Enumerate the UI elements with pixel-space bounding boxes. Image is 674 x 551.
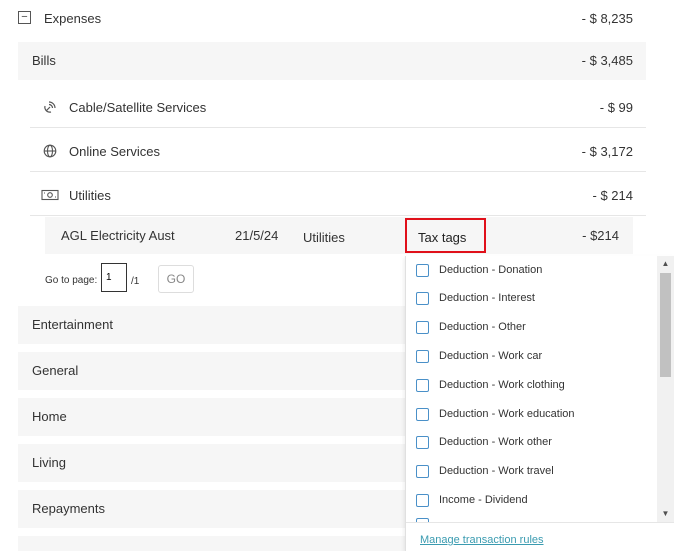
subcategory-label: Utilities <box>69 188 111 203</box>
expenses-amount: - $ 8,235 <box>581 11 633 26</box>
transaction-category: Utilities <box>303 230 345 245</box>
tax-tags-label: Tax tags <box>418 230 467 245</box>
tax-tag-label: Deduction - Interest <box>439 292 535 304</box>
tax-tag-option[interactable]: Deduction - Work clothing <box>416 375 565 395</box>
transaction-date: 21/5/24 <box>235 228 279 243</box>
tax-tag-option[interactable]: Deduction - Work travel <box>416 461 554 481</box>
tax-tags-dropdown-trigger[interactable]: Tax tags <box>405 218 486 253</box>
checkbox[interactable] <box>416 320 429 334</box>
divider <box>406 522 674 523</box>
tax-tag-label: Income - Dividend <box>439 494 528 506</box>
page-total: /1 <box>131 276 140 287</box>
category-label: Home <box>32 409 67 424</box>
checkbox[interactable] <box>416 378 429 392</box>
go-to-page-label: Go to page: <box>45 275 98 286</box>
checkbox[interactable] <box>416 435 429 449</box>
tax-tag-label: Deduction - Other <box>439 321 526 333</box>
tax-tags-dropdown[interactable]: Deduction - Donation Deduction - Interes… <box>405 256 674 551</box>
go-button-label: GO <box>166 272 186 286</box>
subcategory-row-utilities[interactable]: Utilities - $ 214 <box>30 176 646 214</box>
tax-tag-label: Deduction - Work travel <box>439 465 554 477</box>
category-label: Bills <box>32 53 56 68</box>
tax-tag-option[interactable]: Deduction - Work other <box>416 432 552 452</box>
tax-tag-label: Deduction - Work clothing <box>439 379 565 391</box>
checkbox[interactable] <box>416 464 429 478</box>
tax-tag-label: Deduction - Work education <box>439 408 575 420</box>
checkbox[interactable] <box>416 291 429 305</box>
checkbox[interactable] <box>416 349 429 363</box>
manage-transaction-rules-link[interactable]: Manage transaction rules <box>420 534 544 546</box>
transaction-row[interactable]: AGL Electricity Aust 21/5/24 Utilities -… <box>45 217 633 254</box>
tax-tag-option[interactable]: Deduction - Donation <box>416 260 542 280</box>
subcategory-row-cable-satellite[interactable]: Cable/Satellite Services - $ 99 <box>30 88 646 126</box>
checkbox[interactable] <box>416 407 429 421</box>
tax-tag-label: Deduction - Work car <box>439 350 543 362</box>
checkbox[interactable] <box>416 263 429 277</box>
category-label: Entertainment <box>32 317 113 332</box>
category-label: General <box>32 363 79 378</box>
transaction-amount: - $214 <box>582 228 619 243</box>
tax-tag-option[interactable]: Deduction - Work education <box>416 404 575 424</box>
minus-icon: − <box>21 11 28 23</box>
subcategory-amount: - $ 214 <box>592 188 633 203</box>
page-number-input[interactable] <box>101 263 127 292</box>
dropdown-scrollbar[interactable]: ▲ ▼ <box>657 256 674 522</box>
tax-tag-label: Deduction - Donation <box>439 264 543 276</box>
subcategory-label: Cable/Satellite Services <box>69 100 207 115</box>
tax-tag-option[interactable]: Deduction - Interest <box>416 288 535 308</box>
tax-tag-option[interactable]: Deduction - Work car <box>416 346 542 366</box>
checkbox[interactable] <box>416 493 429 507</box>
expenses-label: Expenses <box>44 11 102 26</box>
globe-icon <box>42 143 58 159</box>
divider <box>30 127 646 128</box>
tax-tag-option[interactable]: Income - Dividend <box>416 490 528 510</box>
category-amount: - $ 3,485 <box>581 53 633 68</box>
subcategory-row-online-services[interactable]: Online Services - $ 3,172 <box>30 132 646 170</box>
go-button[interactable]: GO <box>158 265 194 293</box>
tax-tag-label: Deduction - Work other <box>439 436 552 448</box>
scrollbar-thumb[interactable] <box>660 273 671 377</box>
category-label: Living <box>32 455 66 470</box>
divider <box>30 171 646 172</box>
subcategory-label: Online Services <box>69 144 161 159</box>
transaction-merchant: AGL Electricity Aust <box>61 228 175 243</box>
scroll-up-arrow-icon[interactable]: ▲ <box>660 258 671 270</box>
subcategory-amount: - $ 3,172 <box>581 144 633 159</box>
divider <box>30 215 646 216</box>
money-icon <box>40 187 60 203</box>
satellite-icon <box>42 99 58 115</box>
category-label: Repayments <box>32 501 105 516</box>
scroll-down-arrow-icon[interactable]: ▼ <box>660 508 671 520</box>
expenses-collapse-toggle[interactable]: − <box>18 11 31 24</box>
tax-tag-option[interactable]: Deduction - Other <box>416 317 526 337</box>
category-row-bills[interactable]: Bills - $ 3,485 <box>18 42 646 80</box>
subcategory-amount: - $ 99 <box>599 100 633 115</box>
